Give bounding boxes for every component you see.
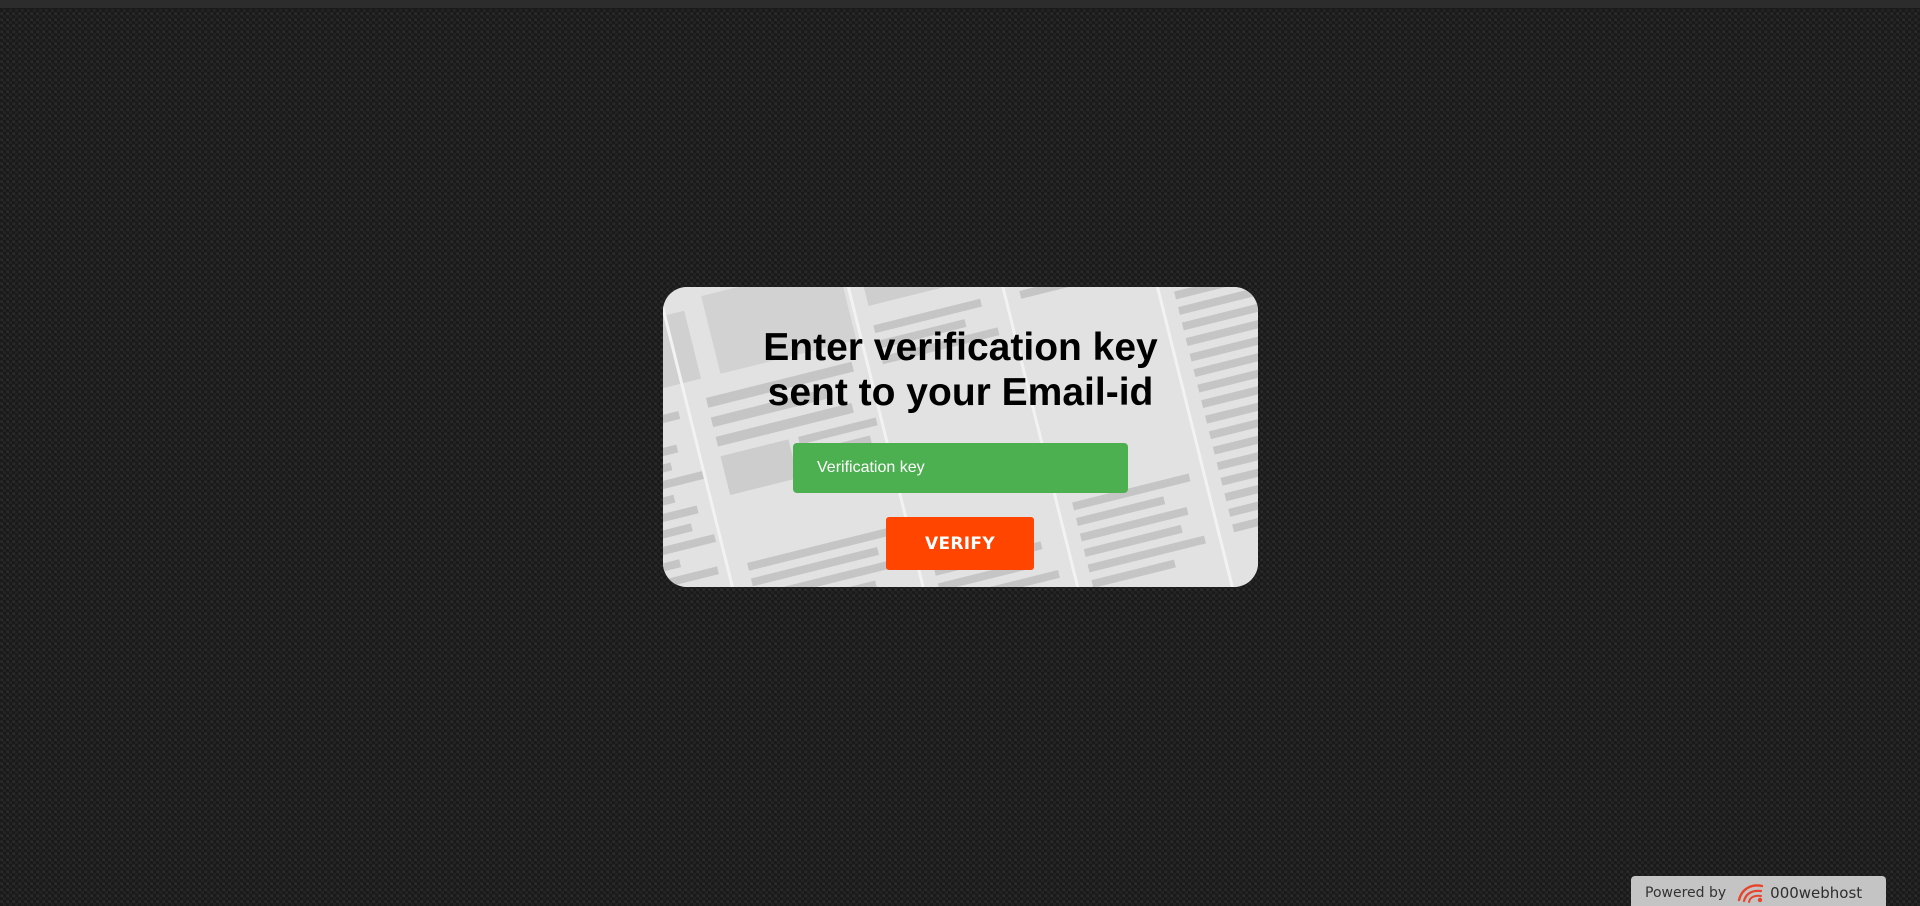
verification-form: Enter verification key sent to your Emai…: [663, 287, 1258, 587]
powered-by-badge[interactable]: Powered by 000webhost: [1631, 876, 1886, 906]
powered-by-label: Powered by: [1645, 885, 1727, 901]
000webhost-logo-icon: [1737, 884, 1764, 903]
title-line-1: Enter verification key: [763, 326, 1158, 369]
page-title: Enter verification key sent to your Emai…: [663, 325, 1258, 415]
title-line-2: sent to your Email-id: [767, 371, 1154, 414]
brand-name: 000webhost: [1770, 884, 1863, 902]
verification-key-input[interactable]: [793, 443, 1128, 493]
verify-button[interactable]: VERIFY: [886, 517, 1034, 570]
verification-card: Enter verification key sent to your Emai…: [663, 287, 1258, 587]
top-strip: [0, 0, 1920, 9]
